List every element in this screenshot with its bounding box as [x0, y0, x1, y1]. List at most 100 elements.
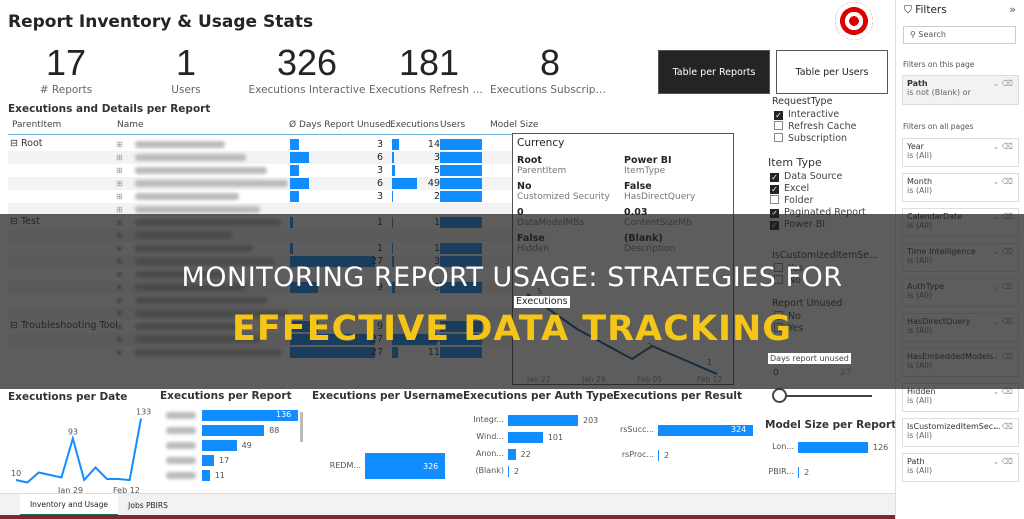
expand-icon[interactable]: ⊞ — [116, 255, 123, 268]
chevron-eraser-icon[interactable]: ⌄ ⌫ — [992, 177, 1013, 186]
slicer-option[interactable]: ✓ Interactive — [774, 109, 856, 120]
col-name[interactable]: Name — [117, 120, 144, 130]
table-per-users-button[interactable]: Table per Users — [776, 50, 888, 94]
table-row[interactable]: ⊞ 9 5 — [8, 281, 518, 294]
filter-card[interactable]: Path is not (Blank) or ⌄ ⌫ — [902, 75, 1019, 105]
expand-icon[interactable]: ⊞ — [116, 346, 123, 359]
filter-card[interactable]: CalendarDate is (All) ⌄ ⌫ — [902, 208, 1019, 237]
expand-icon[interactable]: ⊞ — [116, 190, 123, 203]
expand-icon[interactable]: ⊞ — [116, 229, 123, 242]
collapse-pane-icon[interactable]: » — [1009, 3, 1016, 16]
filter-card[interactable]: Path is (All) ⌄ ⌫ — [902, 453, 1019, 482]
filter-card[interactable]: Month is (All) ⌄ ⌫ — [902, 173, 1019, 202]
table-row[interactable]: ⊞ — [8, 268, 518, 281]
slicer-option[interactable]: Yes — [774, 323, 842, 334]
parent-item-group[interactable]: ⊟ Test — [10, 216, 40, 227]
bar[interactable] — [508, 466, 509, 477]
chevron-eraser-icon[interactable]: ⌄ ⌫ — [992, 247, 1013, 256]
chevron-eraser-icon[interactable]: ⌄ ⌫ — [992, 422, 1013, 431]
checkbox[interactable] — [774, 121, 783, 130]
filter-card[interactable]: AuthType is (All) ⌄ ⌫ — [902, 278, 1019, 307]
table-row[interactable]: ⊞ 27 11 — [8, 346, 518, 359]
table-row[interactable]: ⊞ — [8, 203, 518, 216]
table-row[interactable]: ⊞ — [8, 229, 518, 242]
checkbox[interactable] — [774, 275, 783, 284]
expand-icon[interactable]: ⊞ — [116, 177, 123, 190]
bar[interactable] — [202, 425, 265, 436]
table-per-reports-button[interactable]: Table per Reports — [658, 50, 770, 94]
parent-item-group[interactable]: ⊟ Troubleshooting Tool — [10, 320, 118, 331]
slicer-option[interactable]: Refresh Cache — [774, 121, 856, 132]
chevron-eraser-icon[interactable]: ⌄ ⌫ — [992, 352, 1013, 361]
checkbox[interactable] — [774, 133, 783, 142]
bar[interactable] — [798, 442, 868, 453]
bar[interactable] — [508, 415, 578, 426]
checkbox[interactable] — [770, 195, 779, 204]
table-row[interactable]: ⊞ 3 2 — [8, 190, 518, 203]
col-model-size[interactable]: Model Size — [490, 120, 538, 130]
slicer-option[interactable]: ✓ Paginated Report — [770, 207, 866, 218]
slicer-option[interactable]: ✓ Excel — [770, 183, 866, 194]
checkbox[interactable]: ✓ — [770, 209, 779, 218]
filter-card[interactable]: Year is (All) ⌄ ⌫ — [902, 138, 1019, 167]
table-row[interactable]: ⊞ — [8, 294, 518, 307]
slicer-option[interactable]: No — [774, 311, 842, 322]
filter-card[interactable]: Hidden is (All) ⌄ ⌫ — [902, 383, 1019, 412]
slicer-option[interactable]: Subscription — [774, 133, 856, 144]
table-row[interactable]: ⊞ 3 5 — [8, 164, 518, 177]
expand-icon[interactable]: ⊞ — [116, 216, 123, 229]
filter-card[interactable]: Time Intelligence is (All) ⌄ ⌫ — [902, 243, 1019, 272]
expand-icon[interactable]: ⊞ — [116, 281, 123, 294]
col-executions[interactable]: Executions — [390, 120, 439, 130]
parent-item-group[interactable]: ⊟ Root — [10, 138, 43, 149]
slicer-option[interactable]: Folder — [770, 195, 866, 206]
expand-icon[interactable]: ⊞ — [116, 203, 123, 216]
tab-jobs-pbirs[interactable]: Jobs PBIRS — [118, 494, 178, 516]
expand-icon[interactable]: ⊞ — [116, 268, 123, 281]
chevron-eraser-icon[interactable]: ⌄ ⌫ — [992, 457, 1013, 466]
chevron-eraser-icon[interactable]: ⌄ ⌫ — [992, 212, 1013, 221]
days-slider-handle[interactable] — [772, 388, 787, 403]
chevron-eraser-icon[interactable]: ⌄ ⌫ — [992, 142, 1013, 151]
chevron-eraser-icon[interactable]: ⌄ ⌫ — [992, 387, 1013, 396]
checkbox[interactable]: ✓ — [770, 221, 779, 230]
chevron-eraser-icon[interactable]: ⌄ ⌫ — [992, 79, 1013, 88]
expand-icon[interactable]: ⊞ — [116, 242, 123, 255]
table-row[interactable]: ⊞ 1 1 — [8, 216, 518, 229]
bar[interactable] — [202, 470, 210, 481]
scrollbar[interactable] — [300, 412, 303, 442]
chevron-eraser-icon[interactable]: ⌄ ⌫ — [992, 317, 1013, 326]
col-days-unused[interactable]: Ø Days Report Unused — [289, 120, 391, 130]
bar[interactable] — [202, 455, 214, 466]
bar[interactable] — [798, 467, 800, 478]
expand-icon[interactable]: ⊞ — [116, 294, 123, 307]
checkbox[interactable] — [774, 263, 783, 272]
checkbox[interactable]: ✓ — [770, 185, 779, 194]
slicer-option[interactable]: No — [774, 275, 878, 286]
slicer-option[interactable]: ✓ Power BI — [770, 219, 866, 230]
slicer-option[interactable]: ✓ Data Source — [770, 171, 866, 182]
expand-icon[interactable]: ⊞ — [116, 138, 123, 151]
filter-card[interactable]: IsCustomizedItemSec... is (All) ⌄ ⌫ — [902, 418, 1019, 447]
table-row[interactable]: ⊞ 27 88 — [8, 333, 518, 346]
filters-search-input[interactable]: ⚲ Search — [903, 26, 1016, 44]
table-row[interactable]: ⊞ 1 1 — [8, 242, 518, 255]
checkbox[interactable]: ✓ — [774, 111, 783, 120]
slicer-option[interactable]: Yes — [774, 263, 878, 274]
bar[interactable] — [508, 432, 543, 443]
filter-card[interactable]: HasDirectQuery is (All) ⌄ ⌫ — [902, 313, 1019, 342]
expand-icon[interactable]: ⊞ — [116, 307, 123, 320]
chevron-eraser-icon[interactable]: ⌄ ⌫ — [992, 282, 1013, 291]
bar[interactable] — [508, 449, 516, 460]
checkbox[interactable] — [774, 323, 783, 332]
table-row[interactable]: ⊞ 3 14 — [8, 138, 518, 151]
checkbox[interactable] — [774, 311, 783, 320]
days-slider-track[interactable] — [780, 395, 872, 397]
bar[interactable] — [658, 450, 659, 461]
bar[interactable] — [202, 440, 237, 451]
table-row[interactable]: ⊞ 27 3 — [8, 255, 518, 268]
table-row[interactable]: ⊞ 6 3 — [8, 151, 518, 164]
table-row[interactable]: ⊞ 6 49 — [8, 177, 518, 190]
checkbox[interactable]: ✓ — [770, 173, 779, 182]
expand-icon[interactable]: ⊞ — [116, 164, 123, 177]
